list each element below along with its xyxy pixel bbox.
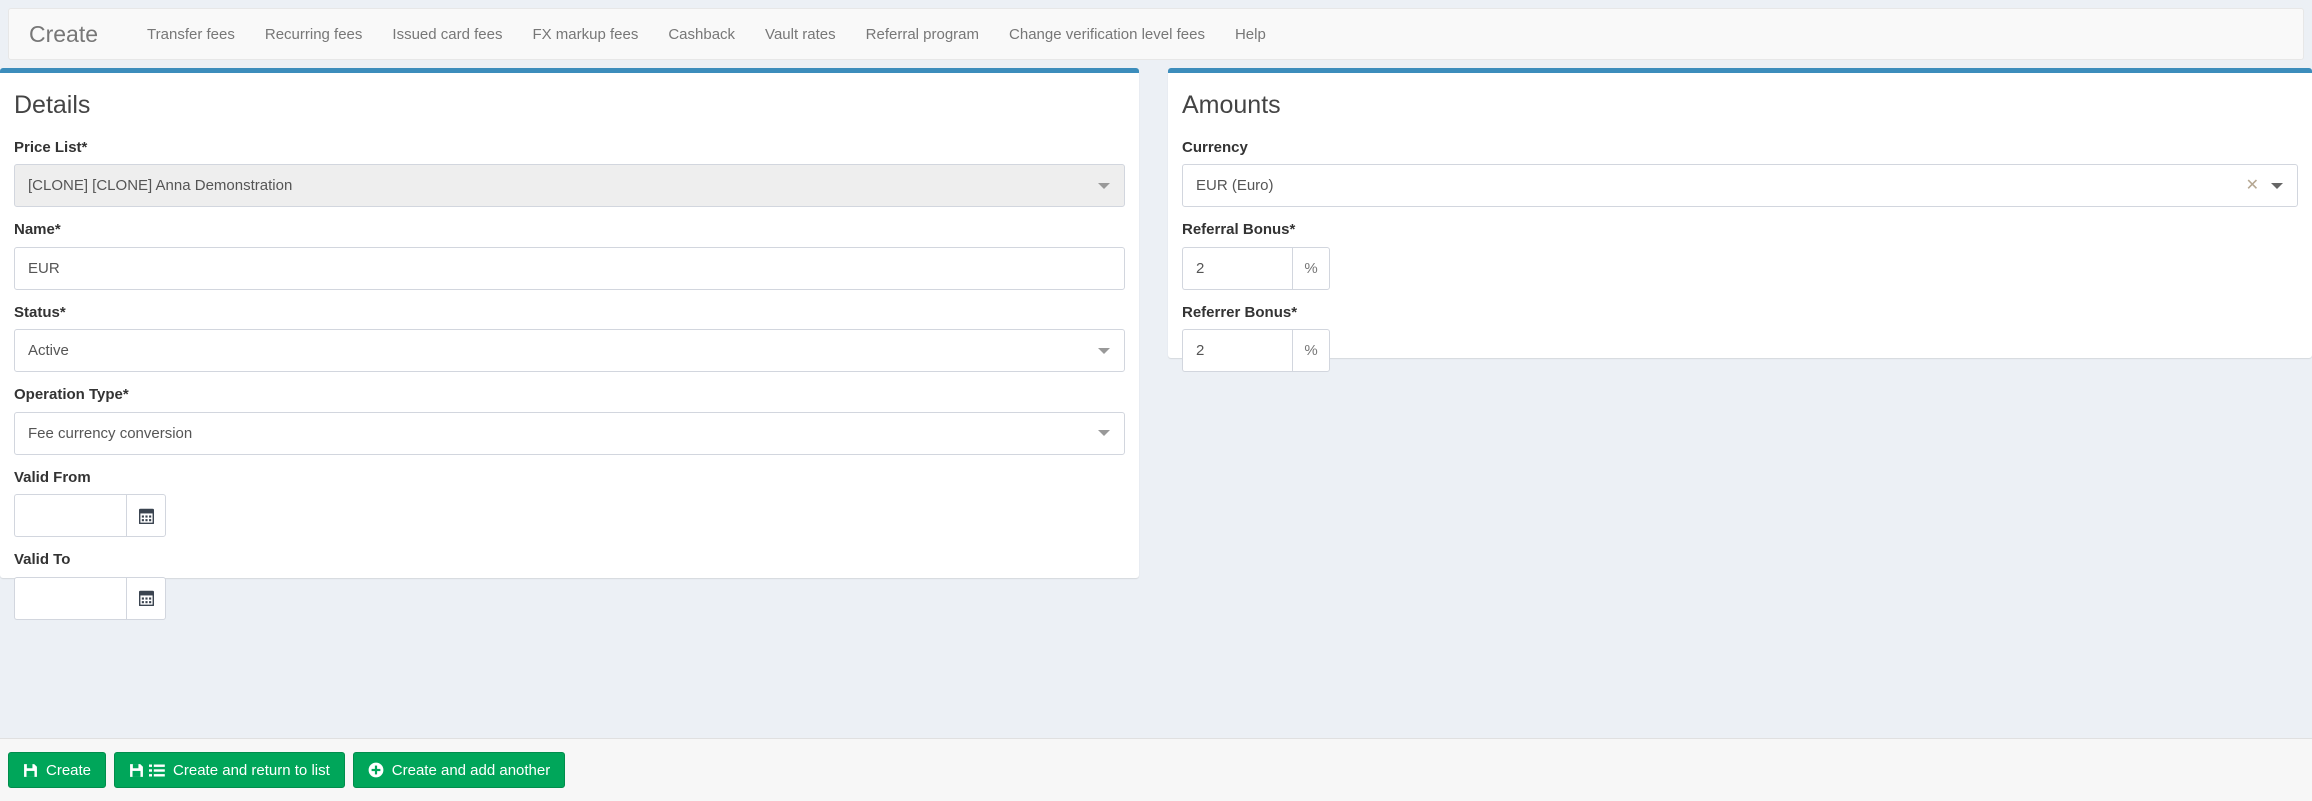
status-value: Active [15,342,1098,359]
create-and-return-to-list-button[interactable]: Create and return to list [114,752,345,788]
save-icon [23,763,38,778]
nav-link-change-verification-level-fees[interactable]: Change verification level fees [994,27,1220,42]
nav-link-transfer-fees[interactable]: Transfer fees [132,27,250,42]
field-referrer-bonus: Referrer Bonus* 2 % [1182,305,2298,373]
details-panel-body: Price List* [CLONE] [CLONE] Anna Demonst… [0,120,1139,620]
nav-link-help[interactable]: Help [1220,27,1281,42]
referrer-bonus-label: Referrer Bonus* [1182,305,2298,322]
percent-addon: % [1292,329,1330,372]
nav-link-issued-card-fees[interactable]: Issued card fees [377,27,517,42]
amounts-panel: Amounts Currency EUR (Euro) ✕ Referral B… [1168,68,2312,358]
valid-from-label: Valid From [14,470,1125,487]
field-price-list: Price List* [CLONE] [CLONE] Anna Demonst… [14,140,1125,208]
price-list-label: Price List* [14,140,1125,157]
valid-to-group [14,577,166,620]
valid-to-input[interactable] [14,577,126,620]
chevron-down-icon [1098,430,1110,436]
chevron-down-icon [2271,183,2283,189]
referrer-bonus-group: 2 % [1182,329,1330,372]
nav-link-vault-rates[interactable]: Vault rates [750,27,851,42]
referrer-bonus-input[interactable]: 2 [1182,329,1292,372]
field-name: Name* EUR [14,222,1125,290]
action-bar: Create Create and re [0,738,2312,801]
operation-type-value: Fee currency conversion [15,425,1098,442]
save-icon [129,763,144,778]
operation-type-select[interactable]: Fee currency conversion [14,412,1125,455]
chevron-down-icon [1098,348,1110,354]
details-panel-title: Details [0,73,1139,120]
valid-from-group [14,494,166,537]
plus-circle-icon [368,762,384,778]
amounts-panel-body: Currency EUR (Euro) ✕ Referral Bonus* 2 … [1168,120,2312,373]
create-and-add-another-button-label: Create and add another [392,763,550,778]
nav-link-referral-program[interactable]: Referral program [851,27,994,42]
calendar-icon[interactable] [126,494,166,537]
amounts-panel-title: Amounts [1168,73,2312,120]
percent-addon: % [1292,247,1330,290]
field-valid-to: Valid To [14,552,1125,620]
create-button[interactable]: Create [8,752,106,788]
close-icon[interactable]: ✕ [2246,178,2259,194]
referral-bonus-label: Referral Bonus* [1182,222,2298,239]
create-button-label: Create [46,763,91,778]
create-and-return-to-list-button-label: Create and return to list [173,763,330,778]
calendar-icon[interactable] [126,577,166,620]
details-panel: Details Price List* [CLONE] [CLONE] Anna… [0,68,1139,578]
nav-link-recurring-fees[interactable]: Recurring fees [250,27,378,42]
operation-type-label: Operation Type* [14,387,1125,404]
status-select[interactable]: Active [14,329,1125,372]
page-root: Create Transfer fees Recurring fees Issu… [0,0,2312,801]
valid-to-label: Valid To [14,552,1125,569]
currency-value: EUR (Euro) [1183,177,2246,194]
list-icon [149,763,165,778]
nav-link-cashback[interactable]: Cashback [653,27,750,42]
valid-from-input[interactable] [14,494,126,537]
top-navbar: Create Transfer fees Recurring fees Issu… [8,8,2304,60]
nav-link-fx-markup-fees[interactable]: FX markup fees [517,27,653,42]
price-list-select[interactable]: [CLONE] [CLONE] Anna Demonstration [14,164,1125,207]
referral-bonus-group: 2 % [1182,247,1330,290]
currency-select[interactable]: EUR (Euro) ✕ [1182,164,2298,207]
name-label: Name* [14,222,1125,239]
status-label: Status* [14,305,1125,322]
field-status: Status* Active [14,305,1125,373]
name-input[interactable]: EUR [14,247,1125,290]
field-operation-type: Operation Type* Fee currency conversion [14,387,1125,455]
referral-bonus-input[interactable]: 2 [1182,247,1292,290]
field-currency: Currency EUR (Euro) ✕ [1182,140,2298,208]
navbar-brand[interactable]: Create [23,23,104,46]
name-value: EUR [15,260,1124,277]
field-referral-bonus: Referral Bonus* 2 % [1182,222,2298,290]
price-list-value: [CLONE] [CLONE] Anna Demonstration [15,177,1098,194]
currency-label: Currency [1182,140,2298,157]
create-and-add-another-button[interactable]: Create and add another [353,752,565,788]
field-valid-from: Valid From [14,470,1125,538]
chevron-down-icon [1098,183,1110,189]
